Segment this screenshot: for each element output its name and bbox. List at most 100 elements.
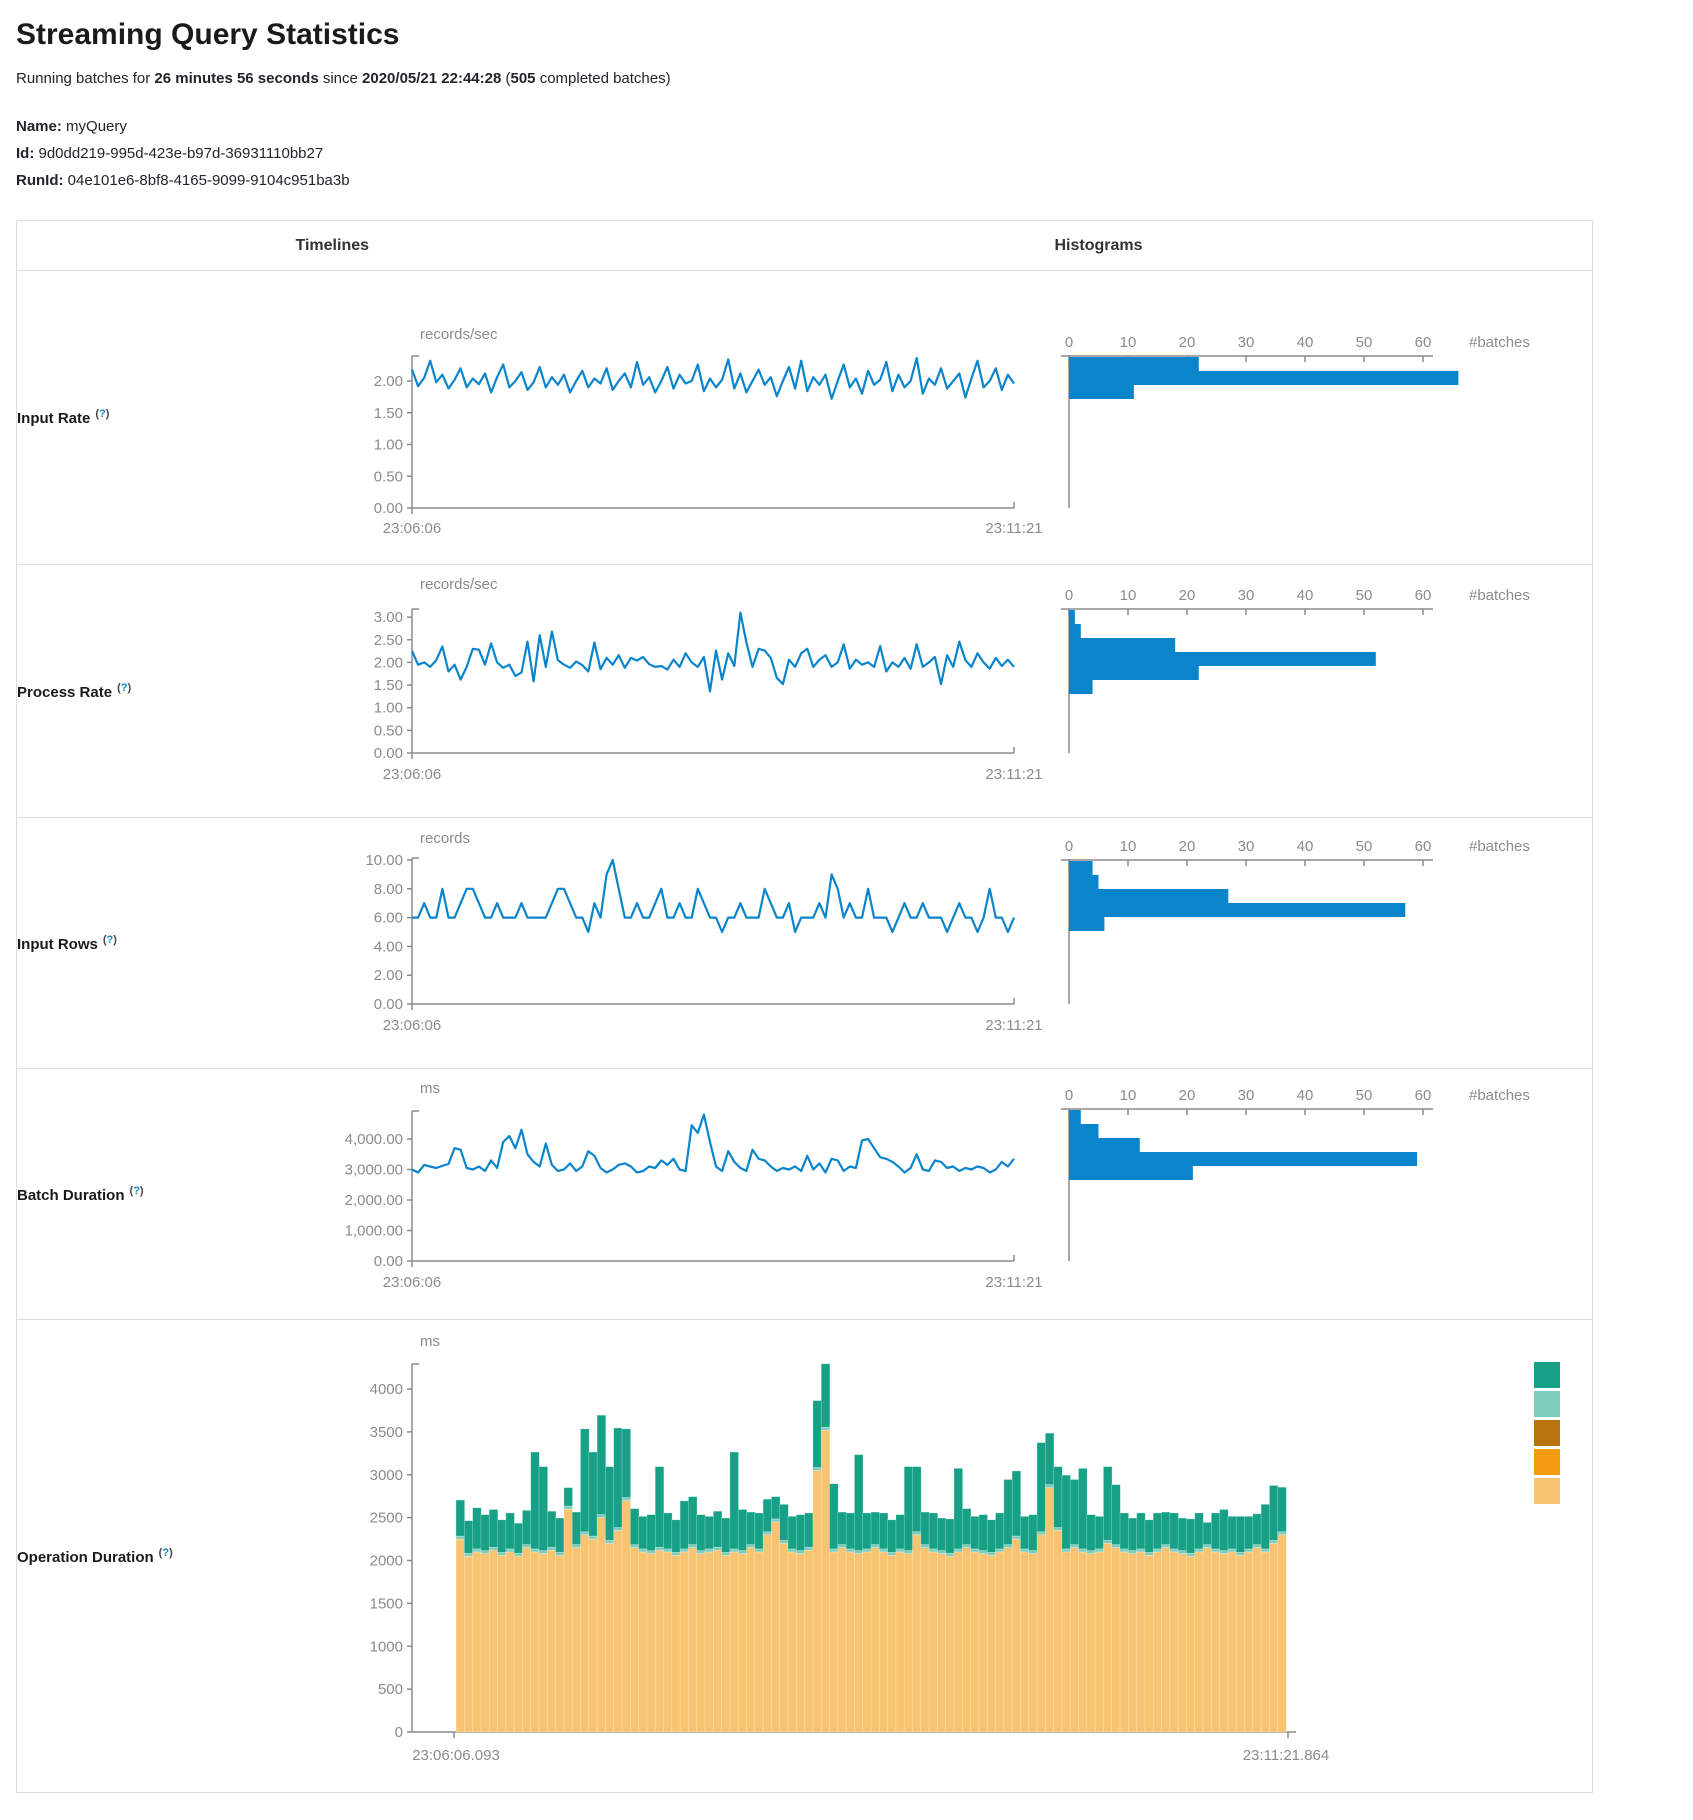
svg-text:10.00: 10.00 bbox=[365, 852, 403, 869]
svg-text:#batches: #batches bbox=[1469, 334, 1530, 351]
operation-duration-label: Operation Duration bbox=[17, 1549, 154, 1566]
operation-duration-help-icon[interactable]: (?) bbox=[159, 1547, 173, 1559]
svg-text:0.50: 0.50 bbox=[373, 468, 402, 485]
svg-text:50: 50 bbox=[1355, 1087, 1372, 1104]
operation-duration-label-cell: Operation Duration (?) bbox=[17, 1320, 296, 1793]
svg-text:23:06:06.093: 23:06:06.093 bbox=[412, 1747, 500, 1764]
id-value: 9d0dd219-995d-423e-b97d-36931110bb27 bbox=[34, 145, 323, 162]
operation-duration-stacked-chart: 40003500300025002000150010005000ms23:06:… bbox=[296, 1320, 1593, 1792]
svg-text:4.00: 4.00 bbox=[373, 938, 402, 955]
svg-text:40: 40 bbox=[1296, 334, 1313, 351]
svg-text:1500: 1500 bbox=[369, 1595, 402, 1612]
svg-text:4,000.00: 4,000.00 bbox=[344, 1131, 402, 1148]
svg-text:1.00: 1.00 bbox=[373, 437, 402, 454]
id-label: Id: bbox=[16, 145, 34, 162]
running-suffix: completed batches) bbox=[536, 70, 671, 87]
svg-text:records/sec: records/sec bbox=[420, 326, 498, 343]
svg-text:10: 10 bbox=[1119, 838, 1136, 855]
svg-text:ms: ms bbox=[420, 1080, 440, 1097]
input-rate-label: Input Rate bbox=[17, 410, 90, 427]
batch-duration-histogram-chart: 0102030405060#batches bbox=[1055, 1069, 1593, 1319]
svg-text:20: 20 bbox=[1178, 334, 1195, 351]
svg-text:50: 50 bbox=[1355, 334, 1372, 351]
histograms-header-label: Histograms bbox=[1055, 237, 1143, 254]
svg-text:20: 20 bbox=[1178, 838, 1195, 855]
svg-text:23:11:21: 23:11:21 bbox=[985, 1017, 1042, 1034]
batch-duration-timeline-chart: 4,000.003,000.002,000.001,000.000.00ms23… bbox=[296, 1069, 1055, 1319]
svg-text:23:11:21.864: 23:11:21.864 bbox=[1242, 1747, 1328, 1764]
svg-text:0.00: 0.00 bbox=[373, 1253, 402, 1270]
query-id-line: Id: 9d0dd219-995d-423e-b97d-36931110bb27 bbox=[16, 140, 1677, 167]
svg-text:30: 30 bbox=[1237, 587, 1254, 604]
svg-text:3.00: 3.00 bbox=[373, 609, 402, 626]
input-rate-timeline-chart: 2.001.501.000.500.00records/sec23:06:062… bbox=[296, 271, 1055, 564]
svg-text:23:11:21: 23:11:21 bbox=[985, 766, 1042, 783]
process-rate-help-icon[interactable]: (?) bbox=[117, 682, 131, 694]
input-rows-timeline-chart: 10.008.006.004.002.000.00records23:06:06… bbox=[296, 818, 1055, 1068]
query-runid-line: RunId: 04e101e6-8bf8-4165-9099-9104c951b… bbox=[16, 167, 1677, 194]
svg-text:40: 40 bbox=[1296, 587, 1313, 604]
batch-duration-label-cell: Batch Duration (?) bbox=[17, 1069, 296, 1320]
svg-text:2000: 2000 bbox=[369, 1553, 402, 1570]
svg-text:23:11:21: 23:11:21 bbox=[985, 1274, 1042, 1291]
input-rows-histogram-chart: 0102030405060#batches bbox=[1055, 818, 1593, 1068]
process-rate-histogram-chart: 0102030405060#batches bbox=[1055, 565, 1593, 817]
batch-duration-label: Batch Duration bbox=[17, 1187, 125, 1204]
svg-text:10: 10 bbox=[1119, 334, 1136, 351]
process-rate-histogram-cell: 0102030405060#batches bbox=[1055, 565, 1593, 818]
svg-text:records: records bbox=[420, 830, 470, 847]
svg-text:30: 30 bbox=[1237, 1087, 1254, 1104]
svg-text:50: 50 bbox=[1355, 838, 1372, 855]
metric-header-cell bbox=[17, 221, 296, 271]
svg-text:0: 0 bbox=[1064, 1087, 1072, 1104]
svg-text:10: 10 bbox=[1119, 587, 1136, 604]
input-rows-row: Input Rows(?) 10.008.006.004.002.000.00r… bbox=[17, 818, 1593, 1069]
input-rows-histogram-cell: 0102030405060#batches bbox=[1055, 818, 1593, 1069]
runid-value: 04e101e6-8bf8-4165-9099-9104c951ba3b bbox=[63, 172, 349, 189]
input-rate-timeline-cell: 2.001.501.000.500.00records/sec23:06:062… bbox=[296, 271, 1055, 565]
svg-text:40: 40 bbox=[1296, 1087, 1313, 1104]
svg-text:1,000.00: 1,000.00 bbox=[344, 1223, 402, 1240]
svg-text:ms: ms bbox=[420, 1333, 440, 1350]
process-rate-label-cell: Process Rate(?) bbox=[17, 565, 296, 818]
svg-text:20: 20 bbox=[1178, 587, 1195, 604]
table-header-row: Timelines Histograms bbox=[17, 221, 1593, 271]
svg-text:records/sec: records/sec bbox=[420, 576, 498, 593]
completed-batches-count: 505 bbox=[511, 70, 536, 87]
batch-duration-row: Batch Duration(?) 4,000.003,000.002,000.… bbox=[17, 1069, 1593, 1320]
running-paren: ( bbox=[501, 70, 510, 87]
svg-text:500: 500 bbox=[377, 1681, 402, 1698]
svg-text:8.00: 8.00 bbox=[373, 881, 402, 898]
svg-text:0.00: 0.00 bbox=[373, 996, 402, 1013]
running-summary: Running batches for 26 minutes 56 second… bbox=[16, 70, 1677, 87]
batch-duration-histogram-cell: 0102030405060#batches bbox=[1055, 1069, 1593, 1320]
running-prefix: Running batches for bbox=[16, 70, 154, 87]
svg-text:#batches: #batches bbox=[1469, 838, 1530, 855]
svg-text:2500: 2500 bbox=[369, 1510, 402, 1527]
svg-text:0: 0 bbox=[1064, 838, 1072, 855]
svg-text:2.50: 2.50 bbox=[373, 632, 402, 649]
svg-text:40: 40 bbox=[1296, 838, 1313, 855]
input-rate-label-cell: Input Rate (?) bbox=[17, 271, 296, 565]
svg-text:60: 60 bbox=[1414, 587, 1431, 604]
svg-text:4000: 4000 bbox=[369, 1381, 402, 1398]
running-since: since bbox=[319, 70, 362, 87]
histograms-header-cell: Histograms bbox=[1055, 221, 1593, 271]
svg-text:#batches: #batches bbox=[1469, 1087, 1530, 1104]
timelines-header-label: Timelines bbox=[296, 237, 370, 254]
input-rows-help-icon[interactable]: (?) bbox=[103, 934, 117, 946]
svg-text:50: 50 bbox=[1355, 587, 1372, 604]
operation-duration-row: Operation Duration(?) 400035003000250020… bbox=[17, 1320, 1593, 1793]
svg-text:0.00: 0.00 bbox=[373, 500, 402, 517]
svg-text:23:11:21: 23:11:21 bbox=[985, 520, 1042, 537]
batch-duration-help-icon[interactable]: (?) bbox=[130, 1185, 144, 1197]
input-rate-row: Input Rate(?) 2.001.501.000.500.00record… bbox=[17, 271, 1593, 565]
query-name-line: Name: myQuery bbox=[16, 113, 1677, 140]
input-rate-histogram-chart: 0102030405060#batches bbox=[1055, 271, 1593, 564]
svg-text:20: 20 bbox=[1178, 1087, 1195, 1104]
process-rate-row: Process Rate(?) 3.002.502.001.501.000.50… bbox=[17, 565, 1593, 818]
running-start-time: 2020/05/21 22:44:28 bbox=[362, 70, 501, 87]
svg-text:23:06:06: 23:06:06 bbox=[382, 1017, 440, 1034]
svg-text:6.00: 6.00 bbox=[373, 910, 402, 927]
input-rate-help-icon[interactable]: (?) bbox=[95, 408, 109, 420]
